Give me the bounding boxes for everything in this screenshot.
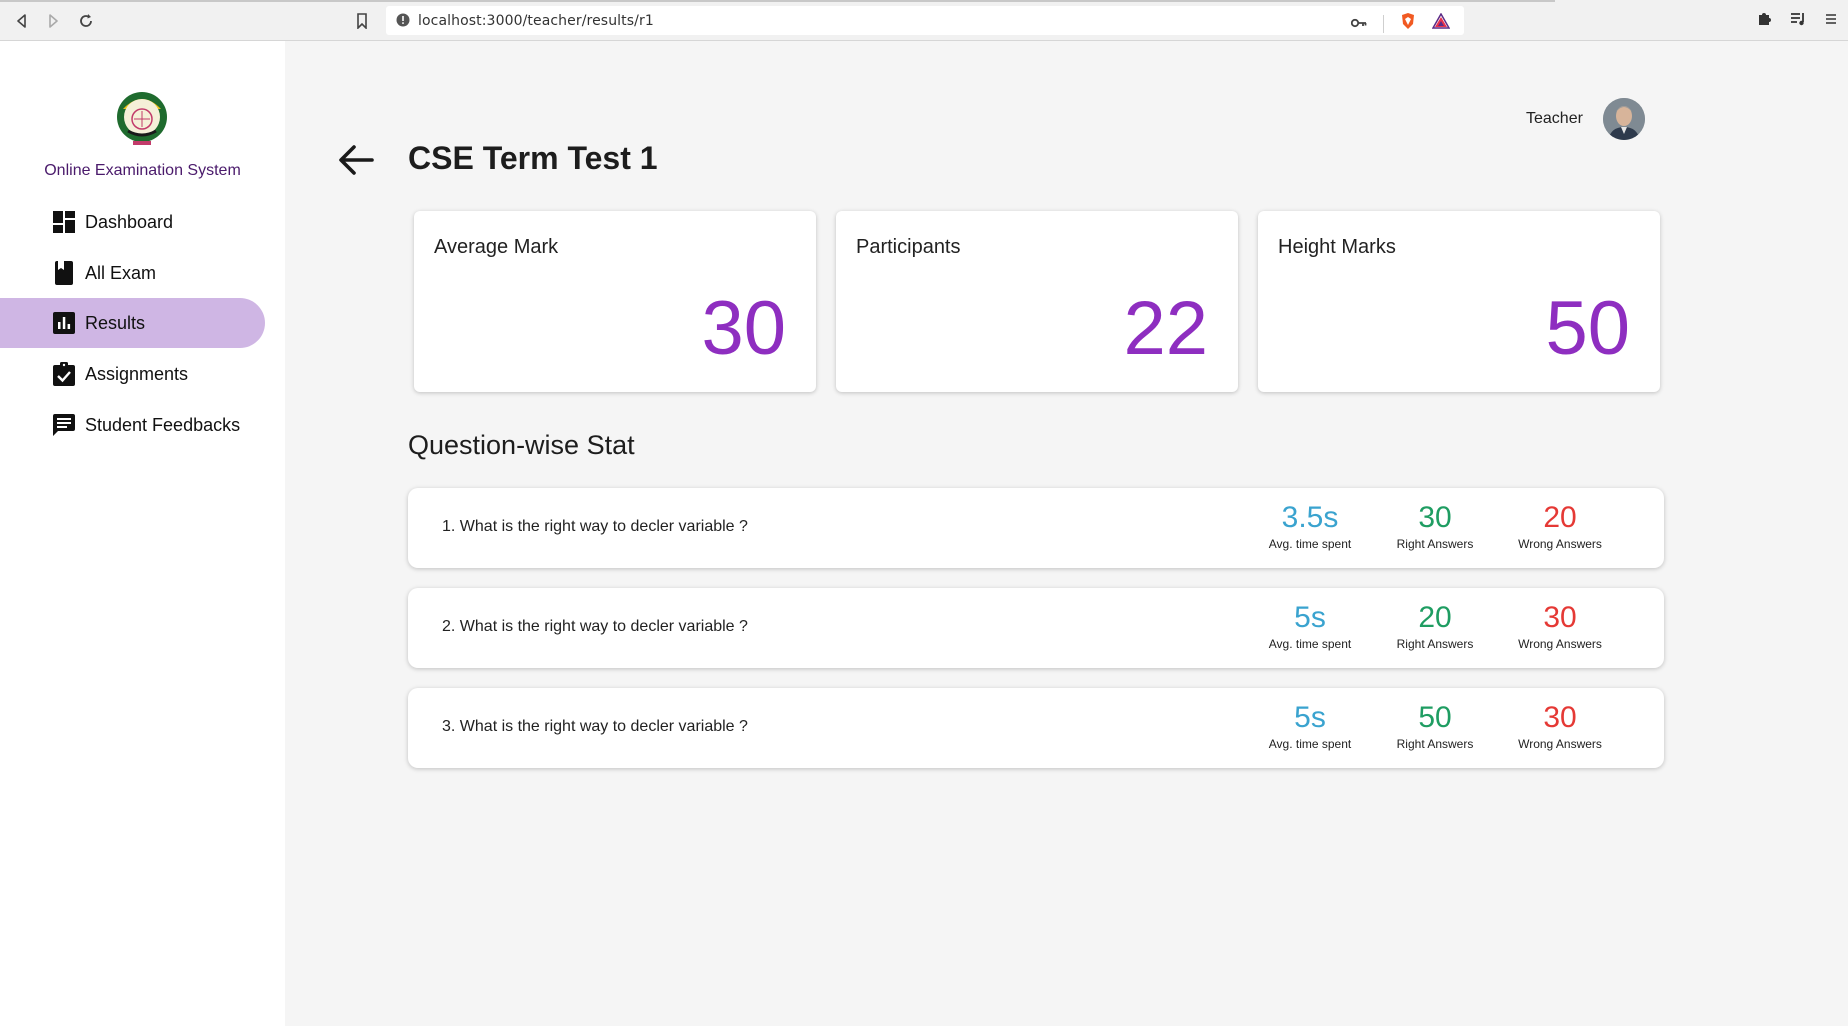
stat-value: 22 [1123,286,1208,371]
back-arrow-icon[interactable] [336,140,376,180]
sidebar-item-label: Assignments [85,363,189,384]
sidebar-item-label: Student Feedbacks [85,414,241,435]
sidebar-item-label: Dashboard [85,211,174,232]
sidebar-item-results[interactable]: Results [0,298,265,348]
wrong-answers-value: 30 [1543,701,1577,734]
wrong-answers-metric: 20 Wrong Answers [1500,502,1620,551]
university-logo [115,89,169,147]
question-text: 1. What is the right way to decler varia… [442,518,748,535]
key-icon[interactable] [1350,15,1367,33]
sidebar-item-label: Results [85,312,146,333]
question-stat-card[interactable]: 1. What is the right way to decler varia… [408,488,1664,568]
avg-time-caption: Avg. time spent [1268,636,1352,651]
right-answers-metric: 30 Right Answers [1375,502,1495,551]
sidebar-item-label: All Exam [85,262,157,283]
extensions-icon[interactable] [1756,11,1772,32]
brave-rewards-icon[interactable] [1431,12,1451,34]
url-text: localhost:3000/teacher/results/r1 [418,13,654,29]
avg-time-caption: Avg. time spent [1268,536,1352,551]
assignment-check-icon [52,362,76,386]
avg-time-metric: 3.5s Avg. time spent [1250,502,1370,551]
bar-chart-icon [52,311,76,335]
app-name: Online Examination System [44,162,241,179]
stat-card-average-mark: Average Mark 30 [414,211,816,392]
tab-strip-edge [0,0,1555,2]
stat-value: 30 [701,286,786,371]
wrong-answers-caption: Wrong Answers [1518,636,1602,651]
stat-label: Average Mark [434,236,559,258]
avg-time-metric: 5s Avg. time spent [1250,602,1370,651]
menu-icon[interactable] [1824,12,1838,31]
avg-time-value: 3.5s [1281,501,1339,534]
question-stat-card[interactable]: 3. What is the right way to decler varia… [408,688,1664,768]
reload-icon[interactable] [75,10,97,32]
right-answers-caption: Right Answers [1396,736,1474,751]
stat-value: 50 [1545,286,1630,371]
feedback-icon [52,413,76,437]
bookmark-icon[interactable] [351,10,373,32]
wrong-answers-metric: 30 Wrong Answers [1500,702,1620,751]
right-answers-value: 50 [1418,701,1452,734]
divider [1383,14,1384,33]
user-profile[interactable]: Teacher [1526,98,1645,140]
right-answers-metric: 50 Right Answers [1375,702,1495,751]
dashboard-icon [52,210,76,234]
stat-label: Participants [856,236,961,258]
avg-time-caption: Avg. time spent [1268,736,1352,751]
sidebar-item-all-exam[interactable]: All Exam [0,248,265,298]
stat-card-participants: Participants 22 [836,211,1238,392]
wrong-answers-metric: 30 Wrong Answers [1500,602,1620,651]
site-info-icon[interactable] [396,13,410,32]
right-answers-caption: Right Answers [1396,536,1474,551]
page-title: CSE Term Test 1 [408,140,658,176]
sidebar-item-student-feedbacks[interactable]: Student Feedbacks [0,400,265,450]
question-stat-card[interactable]: 2. What is the right way to decler varia… [408,588,1664,668]
right-answers-metric: 20 Right Answers [1375,602,1495,651]
sidebar-item-dashboard[interactable]: Dashboard [0,197,265,247]
wrong-answers-caption: Wrong Answers [1518,736,1602,751]
brave-shield-icon[interactable] [1400,12,1416,35]
browser-toolbar: localhost:3000/teacher/results/r1 [0,0,1848,41]
wrong-answers-caption: Wrong Answers [1518,536,1602,551]
wrong-answers-value: 20 [1543,501,1577,534]
section-title: Question-wise Stat [408,430,635,460]
main-content: Teacher CSE Term Test 1 Average Mark 30 … [285,41,1848,1026]
stat-label: Height Marks [1278,236,1396,258]
address-bar[interactable]: localhost:3000/teacher/results/r1 [386,6,1464,35]
right-answers-value: 30 [1418,501,1452,534]
avg-time-metric: 5s Avg. time spent [1250,702,1370,751]
avg-time-value: 5s [1294,601,1326,634]
back-nav-icon[interactable] [11,10,33,32]
question-text: 2. What is the right way to decler varia… [442,618,748,635]
user-name: Teacher [1526,110,1583,127]
sidebar: Online Examination System Dashboard All … [0,41,285,1026]
book-icon [52,261,76,285]
wrong-answers-value: 30 [1543,601,1577,634]
right-answers-caption: Right Answers [1396,636,1474,651]
forward-nav-icon[interactable] [42,10,64,32]
sidebar-item-assignments[interactable]: Assignments [0,349,265,399]
avg-time-value: 5s [1294,701,1326,734]
avatar[interactable] [1602,98,1645,140]
stat-card-height-marks: Height Marks 50 [1258,211,1660,392]
question-text: 3. What is the right way to decler varia… [442,718,748,735]
right-answers-value: 20 [1418,601,1452,634]
media-icon[interactable] [1790,12,1806,31]
